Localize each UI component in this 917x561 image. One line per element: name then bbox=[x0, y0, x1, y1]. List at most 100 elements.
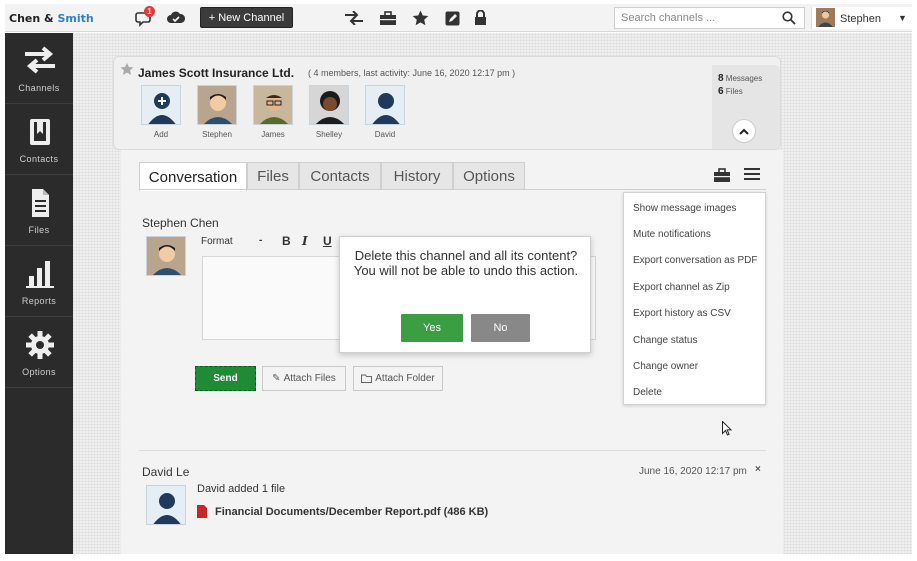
user-avatar bbox=[816, 8, 835, 27]
tab-options[interactable]: Options bbox=[453, 162, 525, 190]
channel-stats: 8 Messages 6 Files bbox=[712, 65, 780, 149]
member-shelley[interactable]: Shelley bbox=[304, 85, 354, 139]
send-button[interactable]: Send bbox=[195, 366, 256, 391]
sidebar-item-channels[interactable]: Channels bbox=[5, 33, 73, 104]
star-outline-icon[interactable] bbox=[120, 62, 134, 76]
swap-button[interactable] bbox=[343, 8, 365, 28]
search-button[interactable] bbox=[777, 8, 801, 28]
notification-badge: 1 bbox=[144, 6, 155, 17]
search-icon bbox=[782, 11, 796, 25]
briefcase-button[interactable] bbox=[377, 8, 399, 28]
sidebar-item-label: Channels bbox=[18, 83, 60, 93]
sidebar-item-contacts[interactable]: Contacts bbox=[5, 104, 73, 175]
user-menu[interactable]: Stephen ▼ bbox=[811, 7, 912, 29]
files-count: 6 bbox=[718, 86, 724, 97]
menu-item-delete[interactable]: Delete bbox=[633, 387, 662, 398]
cloud-sync-button[interactable] bbox=[165, 8, 187, 28]
member-avatar bbox=[253, 85, 293, 125]
composer-avatar bbox=[146, 236, 186, 276]
brand-text-2: Smith bbox=[57, 12, 94, 25]
app-window: Chen & Smith 1 + New Channel Search chan… bbox=[5, 4, 912, 554]
close-icon[interactable]: × bbox=[755, 464, 761, 475]
tab-contacts[interactable]: Contacts bbox=[299, 162, 381, 190]
messages-count: 8 bbox=[718, 73, 724, 84]
menu-item-export-csv[interactable]: Export history as CSV bbox=[633, 308, 731, 319]
person-photo-icon bbox=[816, 8, 835, 27]
person-add-icon bbox=[148, 93, 176, 124]
message-avatar bbox=[146, 485, 186, 525]
menu-item-export-zip[interactable]: Export channel as Zip bbox=[633, 282, 730, 293]
menu-item-change-owner[interactable]: Change owner bbox=[633, 361, 698, 372]
main-area: James Scott Insurance Ltd. ( 4 members, … bbox=[73, 33, 912, 554]
member-name: Shelley bbox=[315, 130, 343, 139]
member-name: Add bbox=[153, 130, 169, 139]
messages-label: Messages bbox=[725, 74, 763, 83]
person-photo-icon bbox=[310, 86, 348, 124]
top-bar: Chen & Smith 1 + New Channel Search chan… bbox=[5, 4, 912, 32]
message-text: David added 1 file bbox=[197, 483, 286, 495]
collapse-button[interactable] bbox=[732, 119, 756, 143]
favorites-button[interactable] bbox=[409, 8, 431, 28]
brand-logo[interactable]: Chen & Smith bbox=[9, 12, 94, 25]
underline-button[interactable]: U bbox=[323, 234, 332, 248]
brand-text-1: Chen & bbox=[9, 12, 58, 25]
person-silhouette-icon bbox=[153, 493, 181, 524]
sidebar-item-label: Contacts bbox=[19, 154, 59, 164]
italic-button[interactable]: I bbox=[302, 234, 308, 248]
add-member-button[interactable]: Add bbox=[136, 85, 186, 139]
lock-icon bbox=[474, 10, 486, 25]
no-button[interactable]: No bbox=[471, 314, 530, 342]
messages-stat: 8 Messages bbox=[718, 73, 762, 84]
bold-button[interactable]: B bbox=[282, 234, 291, 248]
sidebar-item-reports[interactable]: Reports bbox=[5, 246, 73, 317]
tab-history[interactable]: History bbox=[381, 162, 453, 190]
yes-button[interactable]: Yes bbox=[401, 314, 463, 342]
star-icon bbox=[412, 10, 428, 26]
member-stephen[interactable]: Stephen bbox=[192, 85, 242, 139]
menu-item-show-images[interactable]: Show message images bbox=[633, 203, 736, 214]
file-icon bbox=[32, 189, 49, 217]
member-avatar bbox=[365, 85, 405, 125]
message-divider bbox=[139, 450, 766, 451]
member-james[interactable]: James bbox=[248, 85, 298, 139]
file-attachment-link[interactable]: Financial Documents/December Report.pdf … bbox=[197, 505, 488, 518]
new-channel-button[interactable]: + New Channel bbox=[200, 7, 293, 28]
tab-underline bbox=[139, 189, 766, 190]
sidebar: Channels Contacts Files Reports Options bbox=[5, 33, 73, 554]
gear-icon bbox=[26, 331, 54, 359]
menu-item-mute[interactable]: Mute notifications bbox=[633, 229, 711, 240]
member-david[interactable]: David bbox=[360, 85, 410, 139]
tab-conversation[interactable]: Conversation bbox=[139, 162, 247, 191]
attach-files-label: Attach Files bbox=[283, 373, 336, 384]
person-photo-icon bbox=[147, 237, 185, 275]
message-timestamp: June 16, 2020 12:17 pm bbox=[639, 466, 747, 477]
tab-files[interactable]: Files bbox=[247, 162, 299, 190]
lock-button[interactable] bbox=[469, 8, 491, 28]
edit-icon bbox=[445, 11, 459, 25]
menu-item-export-pdf[interactable]: Export conversation as PDF bbox=[633, 255, 758, 266]
dialog-message: Delete this channel and all its content?… bbox=[353, 248, 579, 278]
member-name: Stephen bbox=[202, 130, 232, 139]
format-dropdown[interactable]: Format bbox=[201, 236, 233, 247]
attach-files-button[interactable]: ✎ Attach Files bbox=[262, 366, 346, 391]
person-photo-icon bbox=[198, 86, 236, 124]
briefcase-icon[interactable] bbox=[713, 168, 731, 183]
hamburger-menu-icon[interactable] bbox=[744, 167, 760, 181]
member-name: David bbox=[374, 130, 396, 139]
caret-down-icon: ▼ bbox=[898, 13, 907, 23]
person-photo-icon bbox=[254, 86, 292, 124]
chevron-up-icon bbox=[739, 128, 749, 135]
person-silhouette-icon bbox=[372, 93, 400, 124]
menu-item-change-status[interactable]: Change status bbox=[633, 335, 698, 346]
notifications-button[interactable]: 1 bbox=[133, 6, 155, 28]
sidebar-item-options[interactable]: Options bbox=[5, 317, 73, 388]
sidebar-item-files[interactable]: Files bbox=[5, 175, 73, 246]
paperclip-icon: ✎ bbox=[272, 373, 281, 384]
channel-meta: ( 4 members, last activity: June 16, 202… bbox=[308, 68, 516, 78]
member-name: James bbox=[261, 130, 285, 139]
bar-chart-icon bbox=[26, 261, 54, 288]
edit-button[interactable] bbox=[441, 8, 463, 28]
attach-folder-button[interactable]: Attach Folder bbox=[353, 366, 443, 391]
composer-author: Stephen Chen bbox=[142, 216, 219, 230]
member-avatar bbox=[309, 85, 349, 125]
